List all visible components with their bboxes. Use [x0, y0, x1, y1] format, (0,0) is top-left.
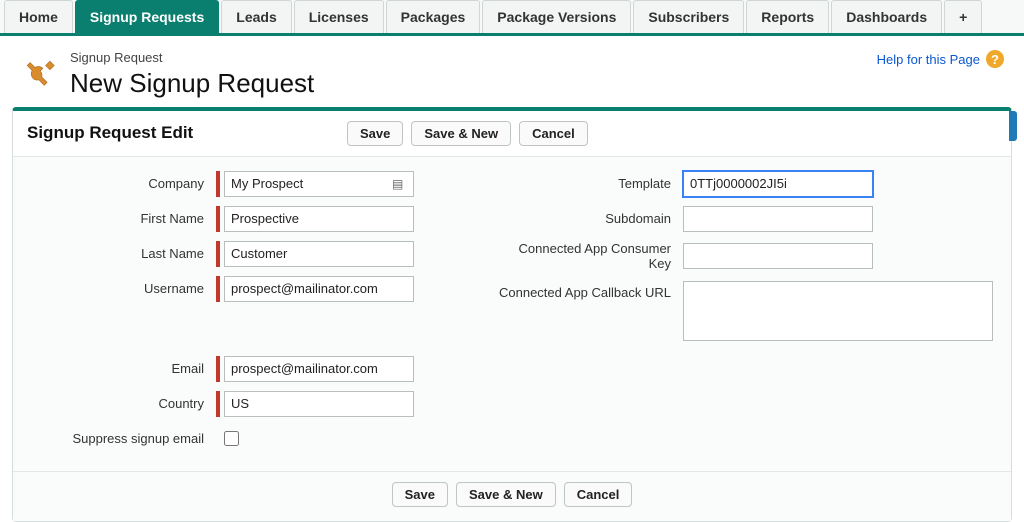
username-field[interactable] [224, 276, 414, 302]
panel-header: Signup Request Edit Save Save & New Canc… [13, 111, 1011, 157]
email-label: Email [31, 361, 216, 377]
template-field[interactable] [683, 171, 873, 197]
left-column: Company ▤ First Name Last Name Username [31, 171, 458, 461]
tab-subscribers[interactable]: Subscribers [633, 0, 744, 33]
page-supertitle: Signup Request [70, 50, 314, 66]
tab-licenses[interactable]: Licenses [294, 0, 384, 33]
suppress-email-checkbox[interactable] [224, 431, 239, 446]
tab-packages[interactable]: Packages [386, 0, 481, 33]
tab-leads[interactable]: Leads [221, 0, 291, 33]
cancel-button-top[interactable]: Cancel [519, 121, 588, 146]
form-area: Company ▤ First Name Last Name Username [13, 157, 1011, 471]
callback-url-label: Connected App Callback URL [498, 281, 683, 301]
wrench-icon [20, 54, 60, 94]
tab-package-versions[interactable]: Package Versions [482, 0, 631, 33]
required-indicator-icon [216, 171, 220, 197]
first-name-label: First Name [31, 211, 216, 227]
save-button-top[interactable]: Save [347, 121, 403, 146]
panel-title: Signup Request Edit [27, 123, 327, 143]
country-field[interactable] [224, 391, 414, 417]
panel-footer: Save Save & New Cancel [13, 471, 1011, 521]
tab-reports[interactable]: Reports [746, 0, 829, 33]
tab-signup-requests[interactable]: Signup Requests [75, 0, 219, 33]
panel-header-buttons: Save Save & New Cancel [347, 121, 588, 146]
save-button-bottom[interactable]: Save [392, 482, 448, 507]
tab-add[interactable]: + [944, 0, 982, 33]
company-label: Company [31, 176, 216, 192]
tab-dashboards[interactable]: Dashboards [831, 0, 942, 33]
company-field[interactable] [224, 171, 414, 197]
right-column: Template Subdomain Connected App Consume… [498, 171, 993, 461]
help-icon: ? [986, 50, 1004, 68]
email-field[interactable] [224, 356, 414, 382]
username-label: Username [31, 281, 216, 297]
required-indicator-icon [216, 391, 220, 417]
callback-url-field[interactable] [683, 281, 993, 341]
required-indicator-icon [216, 206, 220, 232]
country-label: Country [31, 396, 216, 412]
consumer-key-label: Connected App Consumer Key [498, 241, 683, 272]
save-and-new-button-bottom[interactable]: Save & New [456, 482, 556, 507]
required-indicator-icon [216, 276, 220, 302]
consumer-key-field[interactable] [683, 243, 873, 269]
template-label: Template [498, 176, 683, 192]
required-indicator-icon [216, 356, 220, 382]
edge-flag-icon [1009, 111, 1017, 141]
help-link[interactable]: Help for this Page ? [877, 50, 1004, 68]
tab-bar: Home Signup Requests Leads Licenses Pack… [0, 0, 1024, 36]
subdomain-label: Subdomain [498, 211, 683, 227]
help-link-text: Help for this Page [877, 52, 980, 67]
edit-panel: Signup Request Edit Save Save & New Canc… [12, 107, 1012, 522]
page-header: Signup Request New Signup Request Help f… [0, 36, 1024, 107]
tab-home[interactable]: Home [4, 0, 73, 33]
page-title: New Signup Request [70, 68, 314, 99]
cancel-button-bottom[interactable]: Cancel [564, 482, 633, 507]
last-name-field[interactable] [224, 241, 414, 267]
subdomain-field[interactable] [683, 206, 873, 232]
suppress-email-label: Suppress signup email [31, 431, 216, 447]
first-name-field[interactable] [224, 206, 414, 232]
save-and-new-button-top[interactable]: Save & New [411, 121, 511, 146]
required-indicator-icon [216, 241, 220, 267]
last-name-label: Last Name [31, 246, 216, 262]
